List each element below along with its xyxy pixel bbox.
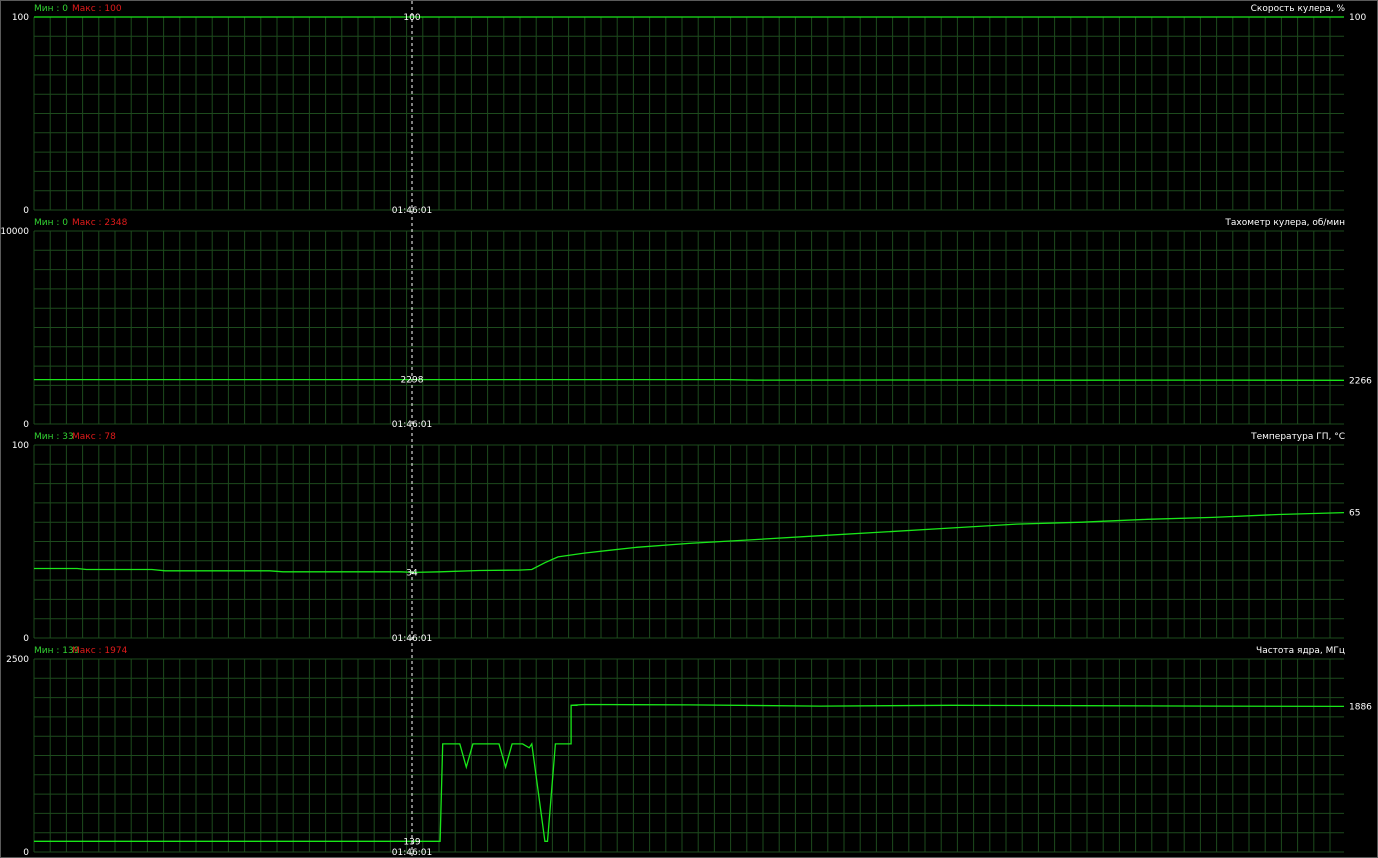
current-value-label: 100 bbox=[1349, 13, 1366, 23]
min-value-label: Мин : 33 bbox=[34, 432, 74, 442]
series-line bbox=[34, 511, 1345, 574]
max-value-label: Макс : 100 bbox=[72, 4, 122, 14]
chart-title: Тахометр кулера, об/мин bbox=[1224, 218, 1345, 228]
min-value-label: Мин : 0 bbox=[34, 218, 68, 228]
y-min-tick-label: 0 bbox=[23, 848, 29, 857]
y-max-tick-label: 100 bbox=[12, 441, 29, 451]
y-max-tick-label: 2500 bbox=[6, 655, 29, 665]
y-max-tick-label: 10000 bbox=[1, 227, 29, 237]
chart-title: Скорость кулера, % bbox=[1251, 4, 1346, 14]
monitoring-graph-window: 100 0 Мин : 0 Макс : 100 Скорость кулера, % 1… bbox=[0, 0, 1378, 858]
y-min-tick-label: 0 bbox=[23, 634, 29, 644]
max-value-label: Макс : 1974 bbox=[72, 646, 128, 656]
series-line bbox=[34, 378, 1345, 381]
y-max-tick-label: 100 bbox=[12, 13, 29, 23]
chart-title: Температура ГП, °C bbox=[1250, 432, 1345, 442]
min-value-label: Мин : 0 bbox=[34, 4, 68, 14]
current-value-label: 65 bbox=[1349, 509, 1360, 519]
max-value-label: Макс : 78 bbox=[72, 432, 116, 442]
chart-title: Частота ядра, МГц bbox=[1256, 646, 1345, 656]
current-value-label: 2266 bbox=[1349, 376, 1372, 386]
series-line bbox=[34, 703, 1345, 842]
current-value-label: 1886 bbox=[1349, 702, 1372, 712]
y-min-tick-label: 0 bbox=[23, 420, 29, 430]
hardware-monitor-charts: 1000Мин : 0 Макс : 100 Скорость кулера, %1… bbox=[1, 1, 1372, 857]
max-value-label: Макс : 2348 bbox=[72, 218, 128, 228]
y-min-tick-label: 0 bbox=[23, 206, 29, 216]
